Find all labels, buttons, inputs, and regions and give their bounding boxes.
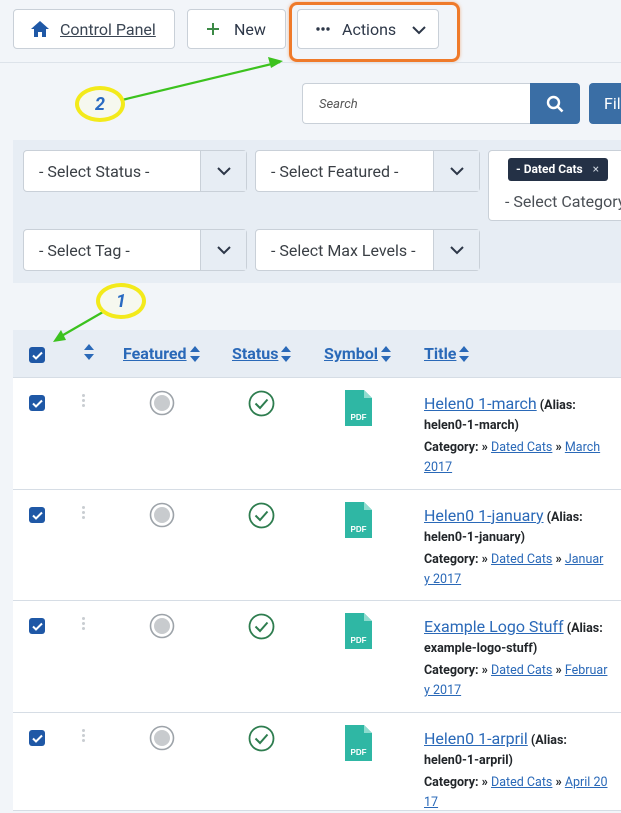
callout-2: 2: [75, 86, 125, 122]
callout-1: 1: [96, 283, 146, 319]
arrowhead-checkbox: [53, 330, 66, 342]
arrow-to-actions: [121, 60, 281, 102]
arrowhead-actions: [268, 57, 283, 68]
arrow-to-checkbox: [57, 311, 104, 339]
annotation-arrows: [53, 57, 283, 342]
